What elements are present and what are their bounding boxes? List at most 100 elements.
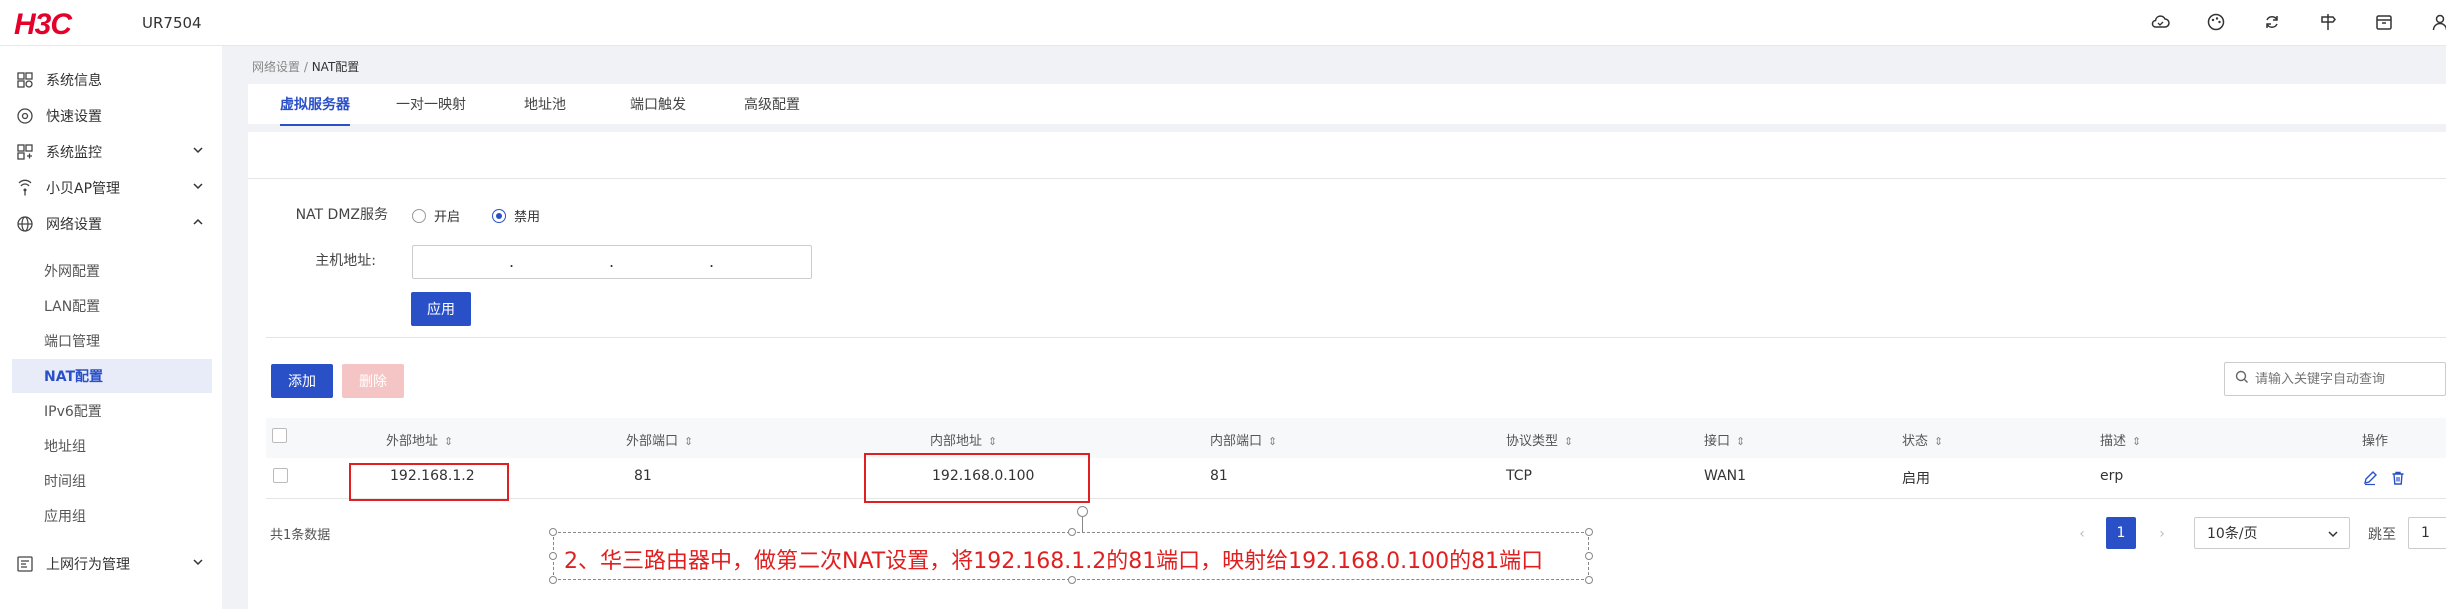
signpost-icon[interactable] bbox=[2318, 12, 2338, 32]
jump-input[interactable]: 1 bbox=[2408, 517, 2446, 549]
add-button[interactable]: 添加 bbox=[271, 364, 333, 398]
dmz-radio-on[interactable]: 开启 bbox=[412, 206, 460, 225]
sidebar-subitem-wan[interactable]: 外网配置 bbox=[12, 254, 212, 288]
brand-logo: H3C bbox=[14, 8, 72, 41]
host-address-label: 主机地址: bbox=[315, 253, 376, 269]
breadcrumb-parent[interactable]: 网络设置 / bbox=[252, 60, 312, 74]
resize-handle[interactable] bbox=[1585, 576, 1593, 584]
sidebar: 系统信息 快速设置 系统监控 小贝AP管理 网络设置 外网配置 LAN配置 端口… bbox=[0, 46, 222, 609]
sidebar-item-network-settings[interactable]: 网络设置 bbox=[0, 206, 222, 242]
prev-page-button[interactable]: ‹ bbox=[2070, 522, 2094, 546]
breadcrumb: 网络设置 / NAT配置 bbox=[252, 58, 359, 75]
chevron-down-icon bbox=[2327, 528, 2339, 544]
edit-icon[interactable] bbox=[2362, 470, 2378, 490]
row-checkbox[interactable] bbox=[273, 468, 288, 483]
cell-ext-port: 81 bbox=[634, 468, 652, 484]
sidebar-subitem-lan[interactable]: LAN配置 bbox=[12, 289, 212, 323]
sidebar-item-label: 系统监控 bbox=[46, 145, 102, 161]
ip-dot: . bbox=[709, 252, 715, 271]
page-number-button[interactable]: 1 bbox=[2106, 517, 2136, 549]
radio-label: 禁用 bbox=[514, 210, 541, 225]
select-all-checkbox[interactable] bbox=[272, 428, 287, 443]
sidebar-item-label: 小贝AP管理 bbox=[46, 181, 121, 197]
dmz-radio-off[interactable]: 禁用 bbox=[492, 206, 540, 225]
sidebar-subitem-port-manage[interactable]: 端口管理 bbox=[12, 324, 212, 358]
ip-dot: . bbox=[509, 252, 515, 271]
tab-advanced[interactable]: 高级配置 bbox=[744, 94, 800, 114]
globe-icon bbox=[16, 215, 34, 233]
cloud-icon[interactable] bbox=[2150, 12, 2170, 32]
sidebar-item-label: 快速设置 bbox=[46, 109, 102, 125]
search-icon bbox=[2235, 370, 2249, 388]
sidebar-subitem-address-group[interactable]: 地址组 bbox=[12, 429, 212, 463]
sidebar-item-system-info[interactable]: 系统信息 bbox=[0, 62, 222, 98]
dmz-label: NAT DMZ服务 bbox=[295, 207, 388, 223]
sidebar-subitem-nat[interactable]: NAT配置 bbox=[12, 359, 212, 393]
column-header-int-addr[interactable]: 内部地址 ⇕ bbox=[930, 430, 997, 449]
sidebar-item-quick-setup[interactable]: 快速设置 bbox=[0, 98, 222, 134]
sidebar-subitem-app-group[interactable]: 应用组 bbox=[12, 499, 212, 533]
next-page-button[interactable]: › bbox=[2150, 522, 2174, 546]
divider bbox=[266, 337, 2446, 338]
chevron-up-icon bbox=[192, 216, 204, 232]
column-header-actions: 操作 bbox=[2362, 434, 2389, 449]
search-box[interactable] bbox=[2224, 362, 2446, 396]
column-header-int-port[interactable]: 内部端口 ⇕ bbox=[1210, 430, 1277, 449]
tab-virtual-server[interactable]: 虚拟服务器 bbox=[280, 94, 350, 126]
sidebar-item-label: 系统信息 bbox=[46, 73, 102, 89]
monitor-icon bbox=[16, 143, 34, 161]
resize-handle[interactable] bbox=[549, 576, 557, 584]
gear-icon bbox=[16, 107, 34, 125]
column-header-ext-port[interactable]: 外部端口 ⇕ bbox=[626, 430, 693, 449]
resize-handle[interactable] bbox=[549, 552, 557, 560]
dashboard-icon bbox=[16, 71, 34, 89]
sidebar-item-label: 网络设置 bbox=[46, 217, 102, 233]
cell-protocol: TCP bbox=[1506, 468, 1532, 484]
cell-int-port: 81 bbox=[1210, 468, 1228, 484]
column-header-interface[interactable]: 接口 ⇕ bbox=[1704, 430, 1745, 449]
refresh-icon[interactable] bbox=[2262, 12, 2282, 32]
host-address-input[interactable]: . . . bbox=[412, 245, 812, 279]
tab-bar: 虚拟服务器 一对一映射 地址池 端口触发 高级配置 bbox=[248, 84, 2446, 126]
radio-circle-selected bbox=[492, 208, 506, 223]
resize-handle[interactable] bbox=[1585, 528, 1593, 536]
wifi-icon bbox=[16, 179, 34, 197]
resize-handle[interactable] bbox=[1068, 576, 1076, 584]
radio-circle bbox=[412, 208, 426, 223]
user-icon[interactable] bbox=[2430, 12, 2446, 32]
tab-one-to-one[interactable]: 一对一映射 bbox=[396, 94, 466, 114]
cell-interface: WAN1 bbox=[1704, 468, 1747, 484]
search-input[interactable] bbox=[2255, 371, 2445, 387]
column-header-status[interactable]: 状态 ⇕ bbox=[1902, 430, 1943, 449]
apply-button[interactable]: 应用 bbox=[411, 292, 471, 326]
top-icons bbox=[2150, 12, 2446, 32]
resize-handle[interactable] bbox=[1585, 552, 1593, 560]
top-bar: H3C UR7504 bbox=[0, 0, 2446, 46]
breadcrumb-current: NAT配置 bbox=[311, 60, 360, 74]
resize-handle[interactable] bbox=[1068, 528, 1076, 536]
sidebar-item-system-monitor[interactable]: 系统监控 bbox=[0, 134, 222, 170]
annotation-text: 2、华三路由器中，做第二次NAT设置，将192.168.1.2的81端口，映射给… bbox=[564, 549, 1544, 574]
sidebar-item-ap-manage[interactable]: 小贝AP管理 bbox=[0, 170, 222, 206]
column-header-protocol[interactable]: 协议类型 ⇕ bbox=[1506, 430, 1573, 449]
sidebar-item-label: 上网行为管理 bbox=[46, 557, 130, 573]
column-header-ext-addr[interactable]: 外部地址 ⇕ bbox=[386, 430, 453, 449]
page-size-select[interactable]: 10条/页 bbox=[2194, 517, 2350, 549]
tab-port-trigger[interactable]: 端口触发 bbox=[630, 94, 686, 114]
rotate-handle[interactable] bbox=[1077, 506, 1088, 517]
resize-handle[interactable] bbox=[549, 528, 557, 536]
palette-icon[interactable] bbox=[2206, 12, 2226, 32]
sidebar-subitem-ipv6[interactable]: IPv6配置 bbox=[12, 394, 212, 428]
radio-label: 开启 bbox=[434, 210, 461, 225]
divider bbox=[266, 498, 2446, 499]
box-icon[interactable] bbox=[2374, 12, 2394, 32]
device-model: UR7504 bbox=[142, 14, 202, 32]
delete-button[interactable]: 删除 bbox=[342, 364, 404, 398]
sidebar-subitem-time-group[interactable]: 时间组 bbox=[12, 464, 212, 498]
column-header-desc[interactable]: 描述 ⇕ bbox=[2100, 430, 2141, 449]
jump-label: 跳至 bbox=[2368, 527, 2396, 543]
highlight-ext-addr bbox=[349, 463, 509, 501]
sidebar-item-behavior-manage[interactable]: 上网行为管理 bbox=[0, 546, 222, 582]
delete-icon[interactable] bbox=[2390, 470, 2406, 490]
tab-address-pool[interactable]: 地址池 bbox=[524, 94, 566, 114]
